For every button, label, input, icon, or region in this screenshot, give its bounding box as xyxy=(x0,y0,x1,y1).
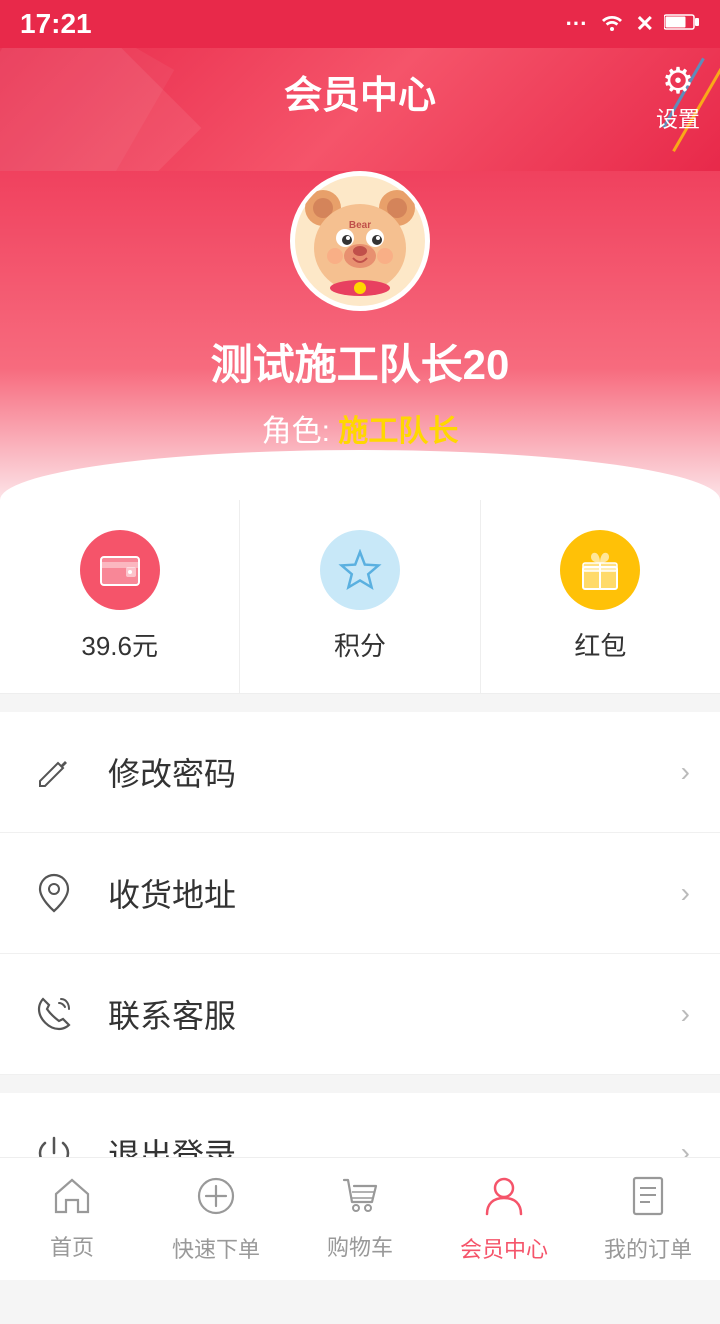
signal-icon: ··· xyxy=(566,11,588,37)
settings-label: 设置 xyxy=(656,102,700,134)
status-time: 17:21 xyxy=(20,8,92,40)
bottom-nav: 首页 快速下单 购物车 xyxy=(0,1157,720,1280)
chevron-right-icon: › xyxy=(681,756,690,788)
page-title: 会员中心 xyxy=(20,64,700,119)
chevron-right-icon: › xyxy=(681,877,690,909)
cart-icon xyxy=(340,1176,380,1224)
avatar-wrapper: Bear xyxy=(290,171,430,311)
svg-text:Bear: Bear xyxy=(349,220,371,231)
settings-button[interactable]: ⚙ 设置 xyxy=(656,60,700,134)
nav-member-label: 会员中心 xyxy=(460,1232,548,1264)
menu-change-password-label: 修改密码 xyxy=(108,749,681,795)
phone-icon xyxy=(30,990,78,1038)
header: 会员中心 ⚙ 设置 xyxy=(0,48,720,171)
gear-icon: ⚙ xyxy=(656,60,700,102)
menu-customer-service-label: 联系客服 xyxy=(108,991,681,1037)
wifi-icon xyxy=(598,10,626,38)
role-prefix: 角色: xyxy=(262,415,330,448)
nav-cart[interactable]: 购物车 xyxy=(288,1158,432,1280)
menu-customer-service[interactable]: 联系客服 › xyxy=(0,954,720,1075)
nav-cart-label: 购物车 xyxy=(327,1230,393,1262)
stat-wallet[interactable]: 39.6元 xyxy=(0,500,240,693)
location-icon xyxy=(30,869,78,917)
stats-row: 39.6元 积分 红包 xyxy=(0,500,720,694)
gift-icon xyxy=(560,530,640,610)
nav-quick-order-label: 快速下单 xyxy=(172,1232,260,1264)
orders-icon xyxy=(630,1176,666,1226)
nav-quick-order[interactable]: 快速下单 xyxy=(144,1158,288,1280)
avatar: Bear xyxy=(290,171,430,311)
wallet-icon xyxy=(80,530,160,610)
person-icon xyxy=(485,1176,523,1226)
nav-orders-label: 我的订单 xyxy=(604,1232,692,1264)
plus-circle-icon xyxy=(196,1176,236,1226)
menu-change-password[interactable]: 修改密码 › xyxy=(0,712,720,833)
wallet-value: 39.6元 xyxy=(81,626,158,663)
status-icons: ··· ✕ xyxy=(566,10,700,38)
stat-points[interactable]: 积分 xyxy=(240,500,480,693)
menu-section: 修改密码 › 收货地址 › 联系客服 › xyxy=(0,712,720,1075)
home-icon xyxy=(52,1176,92,1224)
menu-shipping-label: 收货地址 xyxy=(108,870,681,916)
points-label: 积分 xyxy=(334,626,386,663)
edit-icon xyxy=(30,748,78,796)
nav-home-label: 首页 xyxy=(50,1230,94,1262)
status-bar: 17:21 ··· ✕ xyxy=(0,0,720,48)
nav-home[interactable]: 首页 xyxy=(0,1158,144,1280)
bear-avatar-svg: Bear xyxy=(295,176,425,306)
star-icon xyxy=(320,530,400,610)
menu-shipping-address[interactable]: 收货地址 › xyxy=(0,833,720,954)
battery-icon xyxy=(664,11,700,37)
redpack-label: 红包 xyxy=(574,626,626,663)
profile-name: 测试施工队长20 xyxy=(20,331,700,392)
stat-redpack[interactable]: 红包 xyxy=(481,500,720,693)
close-icon: ✕ xyxy=(636,11,654,37)
role-name: 施工队长 xyxy=(338,415,458,448)
nav-my-orders[interactable]: 我的订单 xyxy=(576,1158,720,1280)
profile-section: Bear 测试施工队长20 角色: 施工队长 xyxy=(0,171,720,500)
profile-role: 角色: 施工队长 xyxy=(20,406,700,450)
chevron-right-icon: › xyxy=(681,998,690,1030)
nav-member-center[interactable]: 会员中心 xyxy=(432,1158,576,1280)
